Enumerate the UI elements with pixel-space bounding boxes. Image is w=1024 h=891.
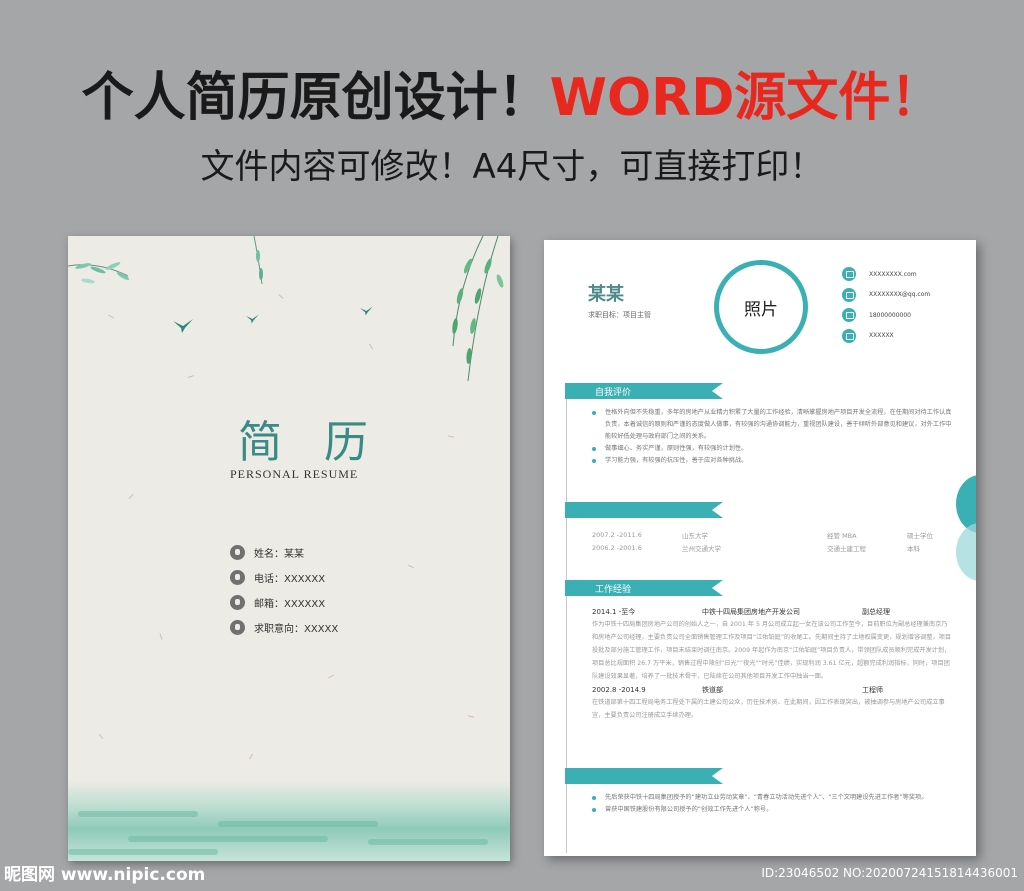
photo-placeholder: 照片 bbox=[714, 260, 808, 354]
phone-icon bbox=[230, 570, 245, 585]
headline-highlight: WORD源文件 bbox=[549, 68, 891, 128]
swallow-bird-icon bbox=[246, 314, 259, 324]
section-bar-work: 工作经验 bbox=[565, 580, 723, 596]
mail-icon bbox=[230, 595, 245, 610]
willow-branch-top-icon bbox=[253, 236, 263, 285]
headline-main: 个人简历原创设计！ bbox=[81, 68, 550, 128]
cover-info-list: 姓名：某某 电话：XXXXXX 邮箱：XXXXXX 求职意向：XXXXX bbox=[230, 540, 338, 640]
list-item: 做事细心、务实严谨，原则性强，有较强的计划性。 bbox=[592, 443, 952, 455]
swallow-bird-icon bbox=[360, 306, 373, 316]
screen-icon bbox=[842, 267, 856, 282]
contact-list: XXXXXXXX.com XXXXXXXX@qq.com 18000000000… bbox=[842, 264, 930, 346]
headline-end: ！ bbox=[890, 68, 943, 128]
search-icon bbox=[230, 620, 245, 635]
location-icon bbox=[842, 328, 856, 343]
contact-phone: 18000000000 bbox=[842, 305, 930, 326]
decorative-circle bbox=[956, 523, 976, 581]
work-entry-description: 在铁道部第十四工程局电务工程处下属的土建公司公众，历任技术员、在此期间，因工作表… bbox=[592, 699, 945, 719]
contact-address: XXXXXX bbox=[842, 326, 930, 347]
section-bar-education bbox=[565, 502, 723, 518]
cover-info-objective: 求职意向：XXXXX bbox=[230, 615, 338, 640]
work-entry-description: 作为中铁十四局集团房地产公司的创始人之一，自 2001 年 5 月公司成立起一女… bbox=[592, 621, 952, 680]
swallow-bird-icon bbox=[173, 319, 193, 333]
watermark-id: ID:23046502 NO:20200724151814436001 bbox=[761, 866, 1018, 880]
awards-list: 先后荣获中铁十四局集团授予的“建功立业劳动奖章”、“青春立功活动先进个人”、“三… bbox=[592, 792, 952, 816]
willow-branch-right-icon bbox=[452, 236, 504, 382]
resume-target: 求职目标：项目主管 bbox=[588, 311, 651, 319]
list-item: 先后荣获中铁十四局集团授予的“建功立业劳动奖章”、“青春立功活动先进个人”、“三… bbox=[592, 792, 952, 804]
cover-info-email: 邮箱：XXXXXX bbox=[230, 590, 338, 615]
watermark-site: 昵图网 www.nipic.com bbox=[4, 865, 206, 885]
mail-icon bbox=[842, 287, 856, 302]
section-bar-self-eval: 自我评价 bbox=[565, 383, 723, 399]
resume-cover-page: 简 历 PERSONAL RESUME 姓名：某某 电话：XXXXXX 邮箱：X… bbox=[68, 236, 510, 861]
list-item: 曾获中国铁建股份有限公司授予的“创效工作先进个人”称号。 bbox=[592, 804, 952, 816]
table-row: 2006.2 -2001.6 兰州交通大学 交通土建工程 本科 bbox=[592, 543, 920, 553]
headline: 个人简历原创设计！WORD源文件！ bbox=[0, 72, 1024, 124]
list-item: 性格外向但不失稳重，多年的房地产从业精力积累了大量的工作经验，清晰掌握房地产项目… bbox=[592, 407, 952, 443]
phone-icon bbox=[842, 308, 856, 323]
resume-content-page: 某某 求职目标：项目主管 照片 XXXXXXXX.com XXXXXXXX@qq… bbox=[544, 240, 976, 856]
table-row: 2007.2 -2011.6 山东大学 经管 MBA 硕士学位 bbox=[592, 530, 933, 540]
cover-info-name: 姓名：某某 bbox=[230, 540, 338, 565]
cover-title: 简 历 bbox=[238, 417, 382, 468]
photo-label: 照片 bbox=[744, 299, 778, 320]
list-item: 学习能力强，有较强的抗压性，善于应对各种挑战。 bbox=[592, 455, 952, 467]
education-table: 2007.2 -2011.6 山东大学 经管 MBA 硕士学位 2006.2 -… bbox=[592, 528, 952, 554]
contact-website: XXXXXXXX.com bbox=[842, 264, 930, 285]
cover-info-phone: 电话：XXXXXX bbox=[230, 565, 338, 590]
contact-email: XXXXXXXX@qq.com bbox=[842, 285, 930, 306]
work-experience: 2014.1 -至今 中铁十四局集团房地产开发公司 副总经理 作为中铁十四局集团… bbox=[592, 605, 952, 722]
section-bar-awards bbox=[565, 768, 723, 784]
cover-subtitle: PERSONAL RESUME bbox=[230, 467, 359, 481]
work-entry-header: 2002.8 -2014.9 铁道部 工程师 bbox=[592, 685, 883, 694]
work-entry-header: 2014.1 -至今 中铁十四局集团房地产开发公司 副总经理 bbox=[592, 607, 890, 616]
resume-name: 某某 bbox=[588, 284, 624, 305]
subline: 文件内容可修改！A4尺寸，可直接打印！ bbox=[200, 147, 824, 187]
watercolor-water bbox=[68, 781, 510, 861]
willow-branch-left-icon bbox=[68, 262, 130, 284]
self-eval-list: 性格外向但不失稳重，多年的房地产从业精力积累了大量的工作经验，清晰掌握房地产项目… bbox=[592, 407, 952, 467]
person-icon bbox=[230, 545, 245, 560]
